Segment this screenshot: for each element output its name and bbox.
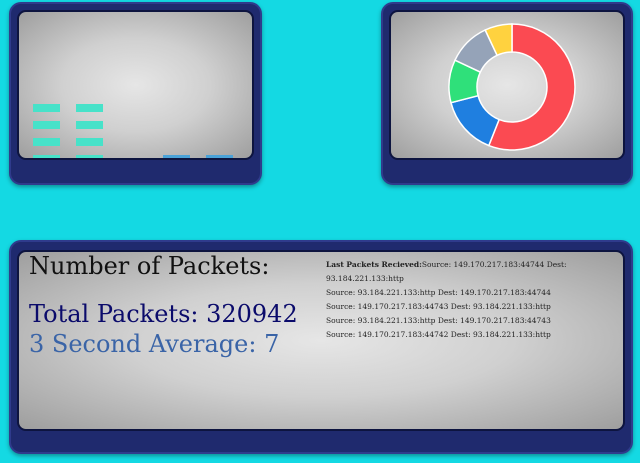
- bar-segment: [33, 138, 60, 146]
- protocol-donut-screen: [389, 10, 625, 160]
- bar-segment: [33, 121, 60, 129]
- packet-bars-panel: [9, 2, 262, 185]
- protocol-donut-chart: [448, 23, 576, 151]
- bar-segment: [76, 121, 103, 129]
- bar-segment: [33, 104, 60, 112]
- donut-slice: [450, 94, 501, 147]
- bar-segment: [76, 104, 103, 112]
- packet-bars-screen: [17, 10, 254, 160]
- bar-segment: [206, 155, 233, 158]
- last-packets-log: Last Packets Recieved: Source: 149.170.21…: [326, 258, 623, 342]
- log-label: Last Packets Recieved:: [326, 260, 422, 269]
- bar-segment: [33, 155, 60, 158]
- protocol-donut-panel: [381, 2, 633, 185]
- packet-stats-panel: Number of Packets: Total Packets: 320942…: [9, 240, 633, 454]
- three-second-average: 3 Second Average: 7: [29, 330, 280, 358]
- bar-segment: [76, 155, 103, 158]
- bar-segment: [76, 138, 103, 146]
- log-entry: Source: 93.184.221.133:http Dest: 149.17…: [326, 316, 551, 325]
- packet-stats-screen: Number of Packets: Total Packets: 320942…: [17, 250, 625, 431]
- log-entry: Source: 149.170.217.183:44743 Dest: 93.1…: [326, 302, 551, 311]
- log-entry: Source: 149.170.217.183:44742 Dest: 93.1…: [326, 330, 551, 339]
- log-entry: Source: 93.184.221.133:http Dest: 149.17…: [326, 288, 551, 297]
- total-packets: Total Packets: 320942: [29, 300, 298, 328]
- log-line-0: Last Packets Recieved:Source: 149.170.21…: [326, 258, 623, 286]
- bar-segment: [163, 155, 190, 158]
- packets-heading: Number of Packets:: [29, 252, 270, 280]
